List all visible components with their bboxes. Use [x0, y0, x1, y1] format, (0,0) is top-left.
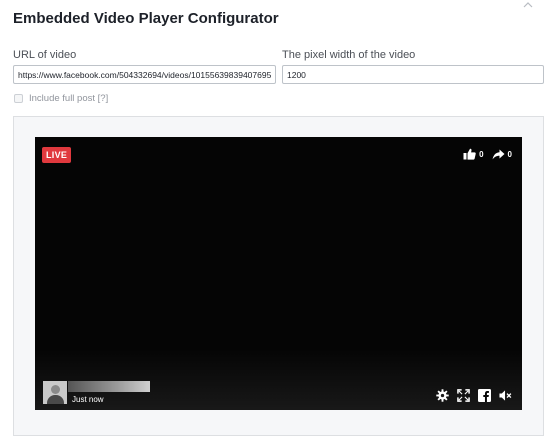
video-url-input[interactable] [13, 65, 276, 84]
width-label: The pixel width of the video [282, 49, 416, 61]
page-title: Embedded Video Player Configurator [13, 10, 279, 27]
url-label: URL of video [13, 49, 77, 61]
include-full-post-label[interactable]: Include full post [?] [29, 93, 108, 104]
mute-icon[interactable] [499, 389, 512, 402]
avatar[interactable] [43, 381, 67, 404]
video-player[interactable]: LIVE 0 0 Just now [35, 137, 522, 410]
post-timestamp: Just now [72, 395, 104, 404]
player-controls [436, 389, 512, 402]
settings-gear-icon[interactable] [436, 389, 449, 402]
author-info[interactable]: Just now [43, 381, 150, 404]
share-arrow-icon [492, 149, 505, 159]
author-name-redacted [68, 381, 150, 392]
share-count: 0 [507, 149, 512, 159]
thumbs-up-icon [463, 148, 476, 160]
video-width-input[interactable] [282, 65, 544, 84]
video-stats: 0 0 [463, 148, 512, 160]
live-badge: LIVE [42, 147, 72, 163]
chevron-up-icon[interactable] [522, 0, 534, 10]
like-stat[interactable]: 0 [463, 148, 484, 160]
facebook-icon[interactable] [478, 389, 491, 402]
include-full-post-option[interactable]: Include full post [?] [14, 93, 108, 104]
fullscreen-icon[interactable] [457, 389, 470, 402]
include-full-post-checkbox[interactable] [14, 94, 23, 103]
like-count: 0 [479, 149, 484, 159]
share-stat[interactable]: 0 [492, 149, 512, 160]
